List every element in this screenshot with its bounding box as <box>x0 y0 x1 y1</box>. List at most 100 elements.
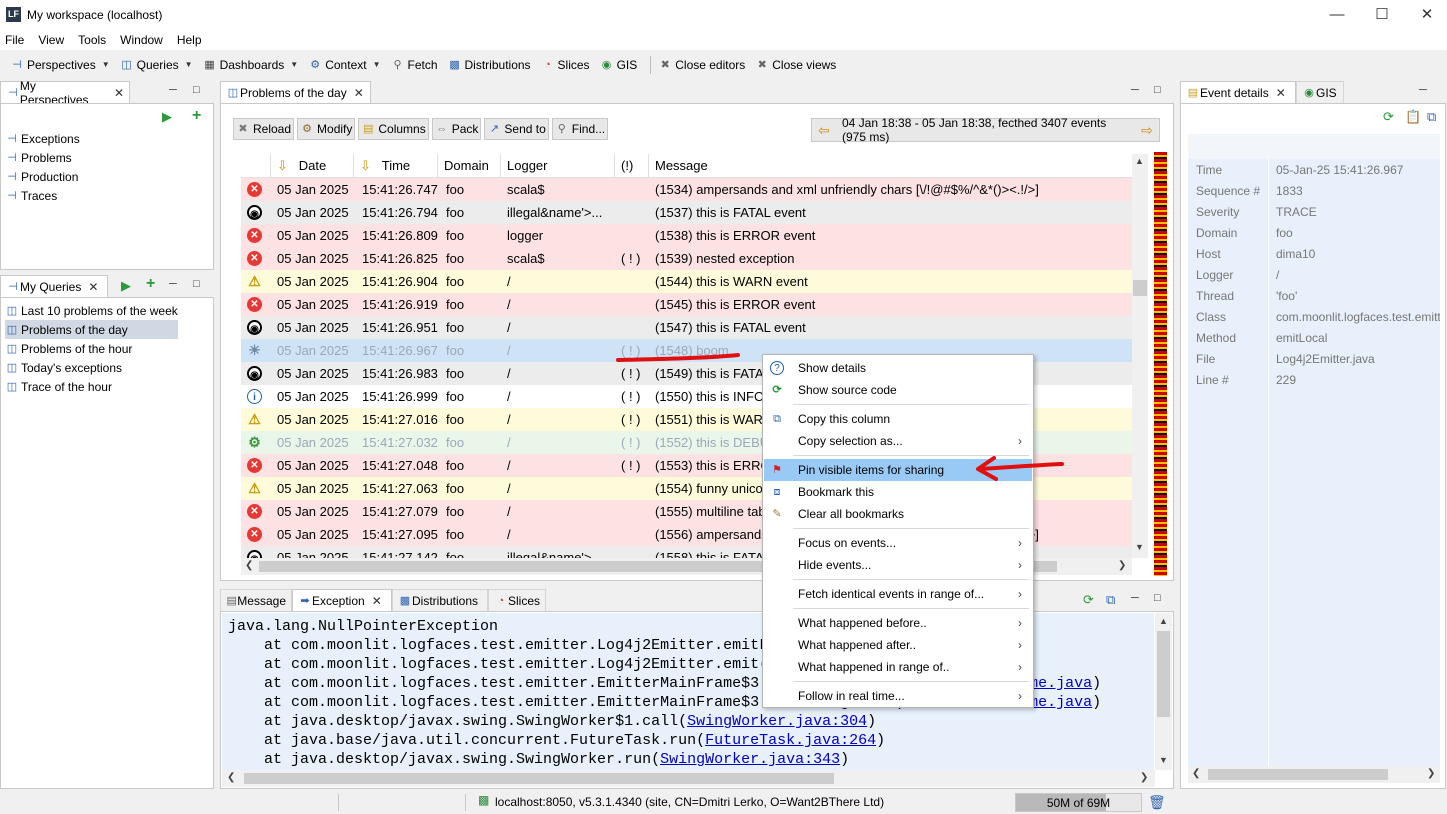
menu-file[interactable]: File <box>5 33 24 47</box>
detail-row[interactable]: Method emitLocal <box>1188 328 1440 349</box>
table-row[interactable]: ◉ 05 Jan 2025 15:41:26.794 foo illegal&name'… <box>241 201 1132 224</box>
query-item[interactable]: ◫ Problems of the hour <box>5 339 205 358</box>
tab-distributions[interactable]: ▩ Distributions <box>392 589 488 611</box>
column-header-domain[interactable]: Domain <box>438 154 501 178</box>
scrollbar-thumb[interactable] <box>1208 769 1388 780</box>
menu-window[interactable]: Window <box>120 33 163 47</box>
close-icon[interactable]: ✕ <box>88 280 98 294</box>
vertical-scrollbar[interactable]: ▲ ▼ <box>1132 154 1148 558</box>
chevron-down-icon[interactable]: ▼ <box>185 60 193 69</box>
tab-my-perspectives[interactable]: ⊣ My Perspectives ✕ <box>0 79 130 107</box>
scrollbar-thumb[interactable] <box>1133 280 1147 296</box>
query-item-selected[interactable]: ◫ Problems of the day <box>5 320 178 339</box>
minimize-icon[interactable]: ─ <box>169 278 177 290</box>
query-item[interactable]: ◫ Last 10 problems of the week <box>5 301 205 320</box>
chevron-up-icon[interactable]: ▲ <box>1135 156 1144 166</box>
perspectives-button[interactable]: ⊣ Perspectives ▼ <box>8 54 112 76</box>
minimize-icon[interactable]: ─ <box>1131 592 1139 604</box>
perspective-item[interactable]: ⊣ Production <box>5 167 205 186</box>
close-window-button[interactable]: ✕ <box>1415 4 1439 26</box>
chevron-down-icon[interactable]: ▼ <box>373 60 381 69</box>
detail-row[interactable]: Thread 'foo' <box>1188 286 1440 307</box>
menu-item-focus-on-events[interactable]: Focus on events... › <box>764 532 1032 554</box>
menu-help[interactable]: Help <box>177 33 202 47</box>
table-row[interactable]: ✕ 05 Jan 2025 15:41:26.809 foo logger (1538) … <box>241 224 1132 247</box>
tab-gis[interactable]: ◉ GIS <box>1296 81 1344 103</box>
source-link[interactable]: SwingWorker.java:304 <box>687 713 867 730</box>
prev-range-button[interactable]: ⇦ <box>812 119 836 141</box>
scrollbar-thumb[interactable] <box>244 773 834 784</box>
send-to-button[interactable]: ↗ Send to <box>484 118 549 140</box>
trash-icon[interactable]: 🗑 <box>1148 794 1166 811</box>
add-icon[interactable]: + <box>146 275 155 293</box>
maximize-icon[interactable]: □ <box>1154 84 1161 96</box>
menu-item-hide-events[interactable]: Hide events... › <box>764 554 1032 576</box>
chevron-left-icon[interactable]: ❮ <box>245 560 253 571</box>
menu-view[interactable]: View <box>38 33 64 47</box>
chevron-left-icon[interactable]: ❮ <box>1192 768 1200 779</box>
perspective-item[interactable]: ⊣ Exceptions <box>5 129 205 148</box>
menu-item-copy-this-column[interactable]: ⧉ Copy this column <box>764 408 1032 430</box>
perspective-item[interactable]: ⊣ Problems <box>5 148 205 167</box>
distributions-button[interactable]: ▩ Distributions <box>446 54 533 76</box>
source-link[interactable]: FutureTask.java:264 <box>705 732 876 749</box>
refresh-icon[interactable]: ⟳ <box>1083 592 1094 608</box>
reload-button[interactable]: ✖ Reload <box>233 118 295 140</box>
columns-button[interactable]: ▤ Columns <box>358 118 429 140</box>
copy-icon[interactable]: ⧉ <box>1106 592 1115 608</box>
menu-item-fetch-identical-events-in-range-of[interactable]: Fetch identical events in range of... › <box>764 583 1032 605</box>
add-icon[interactable]: + <box>192 107 201 125</box>
detail-row[interactable]: Severity TRACE <box>1188 202 1440 223</box>
minimize-button[interactable]: — <box>1325 4 1349 26</box>
close-icon[interactable]: ✕ <box>354 86 364 100</box>
chevron-up-icon[interactable]: ▲ <box>1159 616 1168 626</box>
detail-row[interactable]: Line # 229 <box>1188 370 1440 391</box>
detail-row[interactable]: Domain foo <box>1188 223 1440 244</box>
menu-item-pin-visible-items-for-sharing[interactable]: ⚑ Pin visible items for sharing <box>764 459 1032 481</box>
minimize-icon[interactable]: ─ <box>169 84 177 96</box>
close-icon[interactable]: ✕ <box>1276 86 1286 100</box>
column-header-severity[interactable] <box>241 154 271 178</box>
tab-event-details[interactable]: ▤ Event details ✕ <box>1180 81 1296 103</box>
detail-row[interactable]: File Log4j2Emitter.java <box>1188 349 1440 370</box>
table-row[interactable]: ◉ 05 Jan 2025 15:41:26.951 foo / (1547) this … <box>241 316 1132 339</box>
close-icon[interactable]: ✕ <box>114 86 124 100</box>
column-header-message[interactable]: Message <box>649 154 1132 178</box>
chevron-down-icon[interactable]: ▼ <box>1135 542 1144 552</box>
refresh-icon[interactable]: ⟳ <box>1383 109 1394 125</box>
fetch-button[interactable]: ⚲ Fetch <box>389 54 440 76</box>
chevron-right-icon[interactable]: ❯ <box>1140 772 1148 783</box>
vertical-scrollbar[interactable]: ▲ ▼ <box>1155 613 1172 770</box>
modify-button[interactable]: ⚙ Modify <box>297 118 356 140</box>
menu-item-what-happened-before[interactable]: What happened before.. › <box>764 612 1032 634</box>
chevron-down-icon[interactable]: ▼ <box>102 60 110 69</box>
maximize-icon[interactable]: □ <box>193 84 200 96</box>
query-item[interactable]: ◫ Today's exceptions <box>5 358 205 377</box>
minimize-icon[interactable]: ─ <box>1131 84 1139 96</box>
perspective-item[interactable]: ⊣ Traces <box>5 186 205 205</box>
tab-exception[interactable]: ➡ Exception ✕ <box>292 589 392 611</box>
maximize-icon[interactable]: □ <box>1154 592 1161 604</box>
menu-item-show-details[interactable]: ? Show details <box>764 357 1032 379</box>
chevron-right-icon[interactable]: ❯ <box>1118 560 1126 571</box>
overview-ruler[interactable] <box>1154 152 1167 576</box>
chevron-right-icon[interactable]: ❯ <box>1427 768 1435 779</box>
tab-message[interactable]: ▤ Message <box>220 589 292 611</box>
run-icon[interactable]: ▶ <box>162 109 172 125</box>
tab-slices[interactable]: ◔ Slices <box>488 589 546 611</box>
tab-my-queries[interactable]: ⊣ My Queries ✕ <box>0 275 108 297</box>
table-row[interactable]: ✕ 05 Jan 2025 15:41:26.919 foo / (1545) this … <box>241 293 1132 316</box>
horizontal-scrollbar[interactable]: ❮ ❯ <box>222 770 1155 787</box>
slices-button[interactable]: ◔ Slices <box>539 54 592 76</box>
next-range-button[interactable]: ⇨ <box>1135 119 1159 141</box>
menu-item-what-happened-in-range-of[interactable]: What happened in range of.. › <box>764 656 1032 678</box>
pack-button[interactable]: ⇔ Pack <box>431 118 482 140</box>
column-header-date[interactable]: ⇩ Date <box>271 154 354 178</box>
maximize-button[interactable]: ☐ <box>1370 4 1394 26</box>
chevron-left-icon[interactable]: ❮ <box>227 772 235 783</box>
menu-item-bookmark-this[interactable]: ⧈ Bookmark this <box>764 481 1032 503</box>
scrollbar-thumb[interactable] <box>1157 631 1170 717</box>
menu-item-copy-selection-as[interactable]: Copy selection as... › <box>764 430 1032 452</box>
column-header-time[interactable]: ⇩ Time <box>354 154 438 178</box>
menu-tools[interactable]: Tools <box>78 33 106 47</box>
